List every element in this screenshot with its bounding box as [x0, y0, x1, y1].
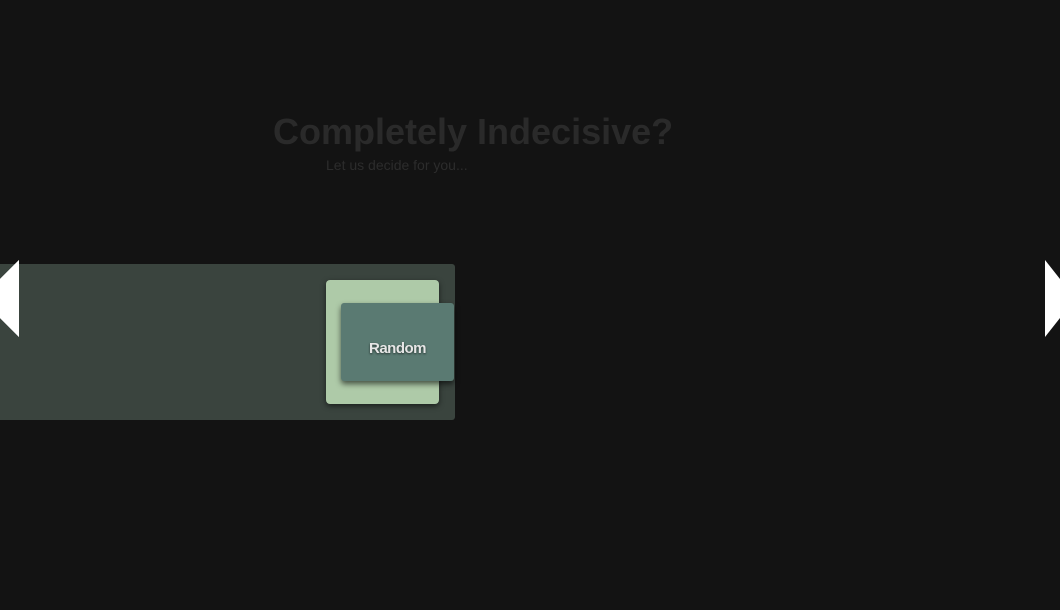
arrow-left-icon	[0, 260, 19, 337]
page-title: Completely Indecisive?	[273, 111, 674, 152]
arrow-right-icon	[1045, 260, 1060, 337]
next-arrow-button[interactable]	[1041, 260, 1060, 337]
page: Completely Indecisive? Let us decide for…	[0, 0, 1060, 610]
page-subtitle: Let us decide for you...	[326, 157, 468, 173]
prev-arrow-button[interactable]	[0, 260, 20, 337]
random-button[interactable]: Random	[341, 303, 454, 381]
